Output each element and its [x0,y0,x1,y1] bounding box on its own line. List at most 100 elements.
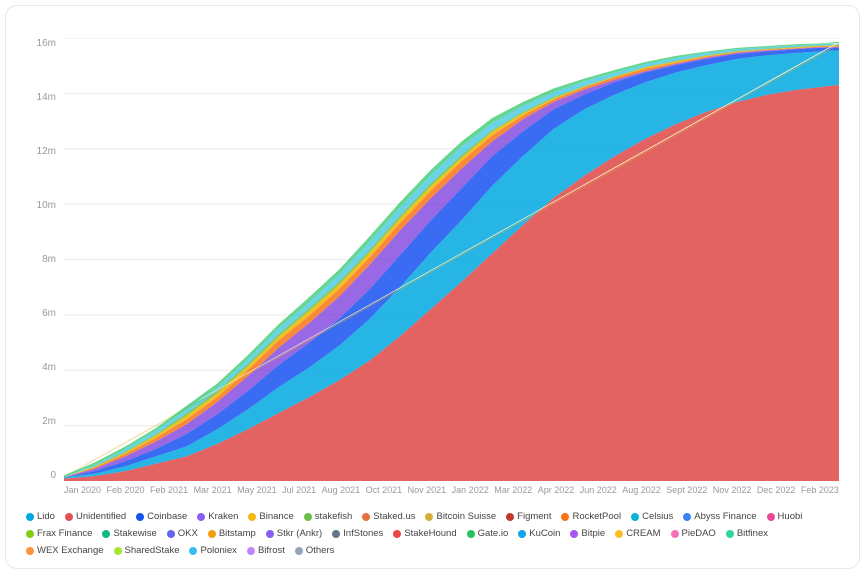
legend-item: Bitfinex [726,528,768,539]
legend-item: OKX [167,528,198,539]
legend-dot [631,513,639,521]
legend-item: Bitpie [570,528,605,539]
legend-label: Abyss Finance [694,511,756,522]
legend-label: Stkr (Ankr) [277,528,322,539]
y-axis-label: 4m [42,362,56,373]
legend-item: RocketPool [561,511,621,522]
x-axis-label: Dec 2022 [757,485,796,503]
y-axis: 16m14m12m10m8m6m4m2m0 [26,38,64,503]
legend-label: Bitpie [581,528,605,539]
legend-label: CREAM [626,528,660,539]
legend-label: Bifrost [258,545,285,556]
legend-item: stakefish [304,511,353,522]
legend-dot [332,530,340,538]
legend-label: InfStones [343,528,383,539]
legend-dot [615,530,623,538]
legend: Lido Unidentified Coinbase Kraken Binance sta… [26,511,839,558]
legend-item: Others [295,545,335,556]
y-axis-label: 12m [37,146,56,157]
legend-item: SharedStake [114,545,180,556]
legend-dot [167,530,175,538]
legend-item: InfStones [332,528,383,539]
legend-dot [393,530,401,538]
legend-dot [189,547,197,555]
legend-label: Binance [259,511,293,522]
y-axis-label: 8m [42,254,56,265]
legend-label: Huobi [778,511,803,522]
legend-label: Kraken [208,511,238,522]
legend-item: Gate.io [467,528,509,539]
x-axis-label: Apr 2022 [538,485,575,503]
legend-item: Unidentified [65,511,126,522]
x-axis-label: Feb 2021 [150,485,188,503]
legend-label: Bitcoin Suisse [436,511,496,522]
legend-label: Coinbase [147,511,187,522]
y-axis-label: 6m [42,308,56,319]
legend-item: Lido [26,511,55,522]
legend-dot [425,513,433,521]
legend-label: OKX [178,528,198,539]
x-axis-label: Jan 2020 [64,485,101,503]
legend-dot [570,530,578,538]
x-axis-label: Nov 2022 [713,485,752,503]
y-axis-label: 10m [37,200,56,211]
legend-item: KuCoin [518,528,560,539]
legend-label: SharedStake [125,545,180,556]
legend-label: Bitfinex [737,528,768,539]
chart-container: 16m14m12m10m8m6m4m2m0 [5,5,860,569]
legend-dot [518,530,526,538]
legend-item: PieDAO [671,528,716,539]
legend-dot [266,530,274,538]
x-axis-label: Mar 2022 [494,485,532,503]
legend-dot [671,530,679,538]
legend-dot [102,530,110,538]
legend-dot [561,513,569,521]
legend-dot [295,547,303,555]
legend-item: WEX Exchange [26,545,104,556]
x-axis-label: Aug 2022 [622,485,661,503]
legend-dot [208,530,216,538]
legend-item: CREAM [615,528,660,539]
x-axis-label: Jul 2021 [282,485,316,503]
legend-label: Stakewise [113,528,156,539]
legend-item: Staked.us [362,511,415,522]
legend-item: Figment [506,511,551,522]
legend-item: Binance [248,511,293,522]
x-axis-label: Jun 2022 [580,485,617,503]
x-axis-label: Nov 2021 [408,485,447,503]
legend-dot [467,530,475,538]
legend-dot [247,547,255,555]
legend-dot [726,530,734,538]
x-axis-label: Aug 2021 [322,485,361,503]
legend-label: KuCoin [529,528,560,539]
y-axis-label: 0 [50,470,56,481]
legend-item: Stkr (Ankr) [266,528,322,539]
legend-dot [248,513,256,521]
legend-label: Staked.us [373,511,415,522]
legend-label: Poloniex [200,545,236,556]
x-axis-label: Jan 2022 [452,485,489,503]
legend-item: Huobi [767,511,803,522]
legend-label: stakefish [315,511,353,522]
y-axis-label: 14m [37,92,56,103]
legend-dot [136,513,144,521]
x-axis-label: Feb 2020 [107,485,145,503]
x-axis-label: Sept 2022 [666,485,707,503]
legend-dot [197,513,205,521]
x-axis-label: Mar 2021 [194,485,232,503]
legend-item: Stakewise [102,528,156,539]
legend-item: Abyss Finance [683,511,756,522]
x-axis-label: Feb 2023 [801,485,839,503]
legend-dot [767,513,775,521]
legend-item: Bitcoin Suisse [425,511,496,522]
legend-dot [65,513,73,521]
legend-item: Kraken [197,511,238,522]
legend-dot [26,547,34,555]
legend-label: Celsius [642,511,673,522]
legend-label: Others [306,545,335,556]
legend-label: Unidentified [76,511,126,522]
x-axis-label: May 2021 [237,485,277,503]
legend-item: StakeHound [393,528,456,539]
legend-item: Coinbase [136,511,187,522]
x-axis-label: Oct 2021 [366,485,403,503]
